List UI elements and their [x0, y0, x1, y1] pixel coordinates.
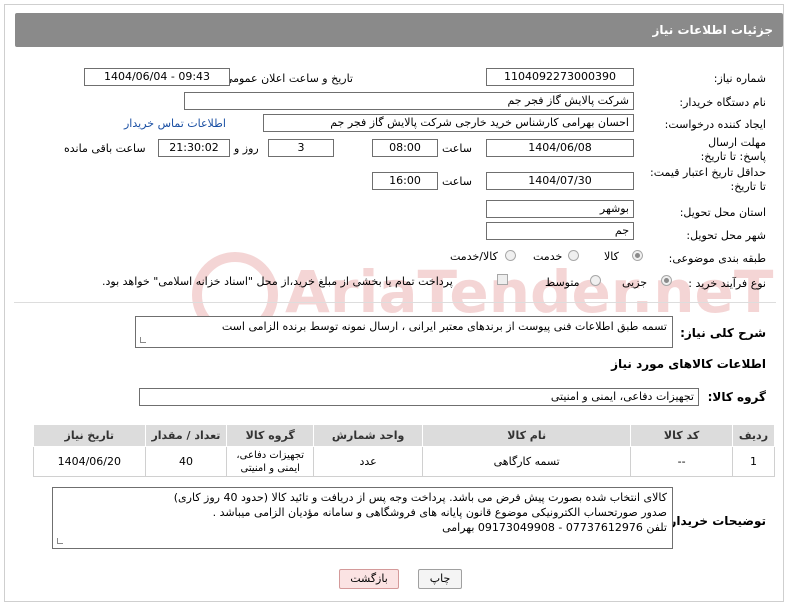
- col-code: کد کالا: [630, 424, 733, 447]
- back-button[interactable]: بازگشت: [339, 569, 399, 589]
- city-label: شهر محل تحویل:: [686, 229, 766, 242]
- remaining-label: ساعت باقی مانده: [64, 142, 146, 155]
- divider: [14, 302, 776, 303]
- buyer-org-field: شرکت پالایش گاز فجر جم: [184, 92, 634, 110]
- category-option-service: خدمت: [533, 250, 563, 263]
- buyer-notes-line1: کالای انتخاب شده بصورت پیش فرض می باشد. …: [173, 491, 667, 504]
- goods-group-label: گروه کالا:: [707, 390, 766, 404]
- category-option-goods: کالا: [604, 250, 619, 263]
- reply-deadline-label: مهلت ارسال پاسخ: تا تاریخ:: [700, 136, 766, 163]
- buyer-notes-field: کالای انتخاب شده بصورت پیش فرض می باشد. …: [52, 487, 673, 549]
- cell-unit: عدد: [313, 446, 424, 477]
- process-option-partial: جزیی: [622, 276, 648, 289]
- col-name: نام کالا: [422, 424, 632, 447]
- contact-info-link[interactable]: اطلاعات تماس خریدار: [124, 117, 226, 130]
- need-number-field: 1104092273000390: [486, 68, 634, 86]
- city-field: جم: [486, 222, 634, 240]
- price-hour-label: ساعت: [442, 175, 472, 188]
- process-option-medium: متوسط: [545, 276, 580, 289]
- reply-time-field: 08:00: [372, 139, 438, 157]
- days-label: روز و: [234, 142, 259, 155]
- cell-qty: 40: [144, 446, 228, 477]
- cell-date: 1404/06/20: [33, 446, 146, 477]
- process-label: نوع فرآیند خرید :: [688, 277, 766, 290]
- cell-group-line2: ایمنی و امنیتی: [240, 462, 300, 474]
- buyer-notes-label: توضیحات خریدار:: [664, 514, 766, 528]
- price-date-field: 1404/07/30: [486, 172, 634, 190]
- goods-group-field: تجهیزات دفاعی، ایمنی و امنیتی: [139, 388, 699, 406]
- cell-row: 1: [731, 446, 776, 477]
- col-qty: تعداد / مقدار: [144, 424, 228, 447]
- col-unit: واحد شمارش: [313, 424, 424, 447]
- goods-table-header: ردیف کد کالا نام کالا واحد شمارش گروه کا…: [33, 424, 776, 447]
- col-row: ردیف: [731, 424, 776, 447]
- category-radio-both[interactable]: [505, 250, 516, 261]
- process-radio-medium[interactable]: [590, 275, 601, 286]
- announce-field: 1404/06/04 - 09:43: [84, 68, 230, 86]
- category-option-both: کالا/خدمت: [450, 250, 498, 263]
- cell-group: تجهیزات دفاعی، ایمنی و امنیتی: [226, 446, 315, 477]
- description-label: شرح کلی نیاز:: [680, 326, 766, 340]
- col-date: تاریخ نیاز: [33, 424, 146, 447]
- process-radio-partial[interactable]: [661, 275, 672, 286]
- resize-handle-icon[interactable]: [57, 538, 63, 544]
- price-time-field: 16:00: [372, 172, 438, 190]
- buyer-org-label: نام دستگاه خریدار:: [679, 96, 766, 109]
- payment-note: پرداخت تمام یا بخشی از مبلغ خرید،از محل …: [102, 275, 453, 288]
- reply-date-field: 1404/06/08: [486, 139, 634, 157]
- header-bar: جزئیات اطلاعات نیاز: [15, 13, 783, 47]
- creator-label: ایجاد کننده درخواست:: [664, 118, 766, 131]
- cell-group-line1: تجهیزات دفاعی،: [236, 449, 304, 461]
- goods-table: ردیف کد کالا نام کالا واحد شمارش گروه کا…: [33, 424, 776, 477]
- treasury-checkbox[interactable]: [497, 274, 508, 285]
- resize-handle-icon[interactable]: [140, 337, 146, 343]
- remaining-time-field: 21:30:02: [158, 139, 230, 157]
- province-field: بوشهر: [486, 200, 634, 218]
- col-group: گروه کالا: [226, 424, 315, 447]
- need-number-label: شماره نیاز:: [713, 72, 766, 85]
- print-button[interactable]: چاپ: [418, 569, 462, 589]
- province-label: استان محل تحویل:: [679, 206, 766, 219]
- cell-code: --: [630, 446, 733, 477]
- goods-section-title: اطلاعات کالاهای مورد نیاز: [611, 357, 766, 371]
- description-field: تسمه طبق اطلاعات فنی پیوست از برندهای مع…: [135, 316, 673, 348]
- reply-hour-label: ساعت: [442, 142, 472, 155]
- buyer-notes-line2: صدور صورتحساب الکترونیکی موضوع قانون پای…: [212, 506, 667, 519]
- table-row: 1 -- تسمه کارگاهی عدد تجهیزات دفاعی، ایم…: [33, 446, 776, 477]
- creator-field: احسان بهرامی کارشناس خرید خارجی شرکت پال…: [263, 114, 634, 132]
- price-validity-label: حداقل تاریخ اعتبار قیمت: تا تاریخ:: [650, 166, 766, 193]
- buyer-notes-line3: تلفن 07737612976 - 09173049908 بهرامی: [442, 521, 667, 534]
- category-label: طبقه بندی موضوعی:: [668, 252, 766, 265]
- cell-name: تسمه کارگاهی: [422, 446, 632, 477]
- announce-label: تاریخ و ساعت اعلان عمومی:: [220, 72, 353, 85]
- description-text: تسمه طبق اطلاعات فنی پیوست از برندهای مع…: [221, 320, 667, 333]
- page-title: جزئیات اطلاعات نیاز: [652, 23, 773, 37]
- category-radio-goods[interactable]: [632, 250, 643, 261]
- category-radio-service[interactable]: [568, 250, 579, 261]
- days-field: 3: [268, 139, 334, 157]
